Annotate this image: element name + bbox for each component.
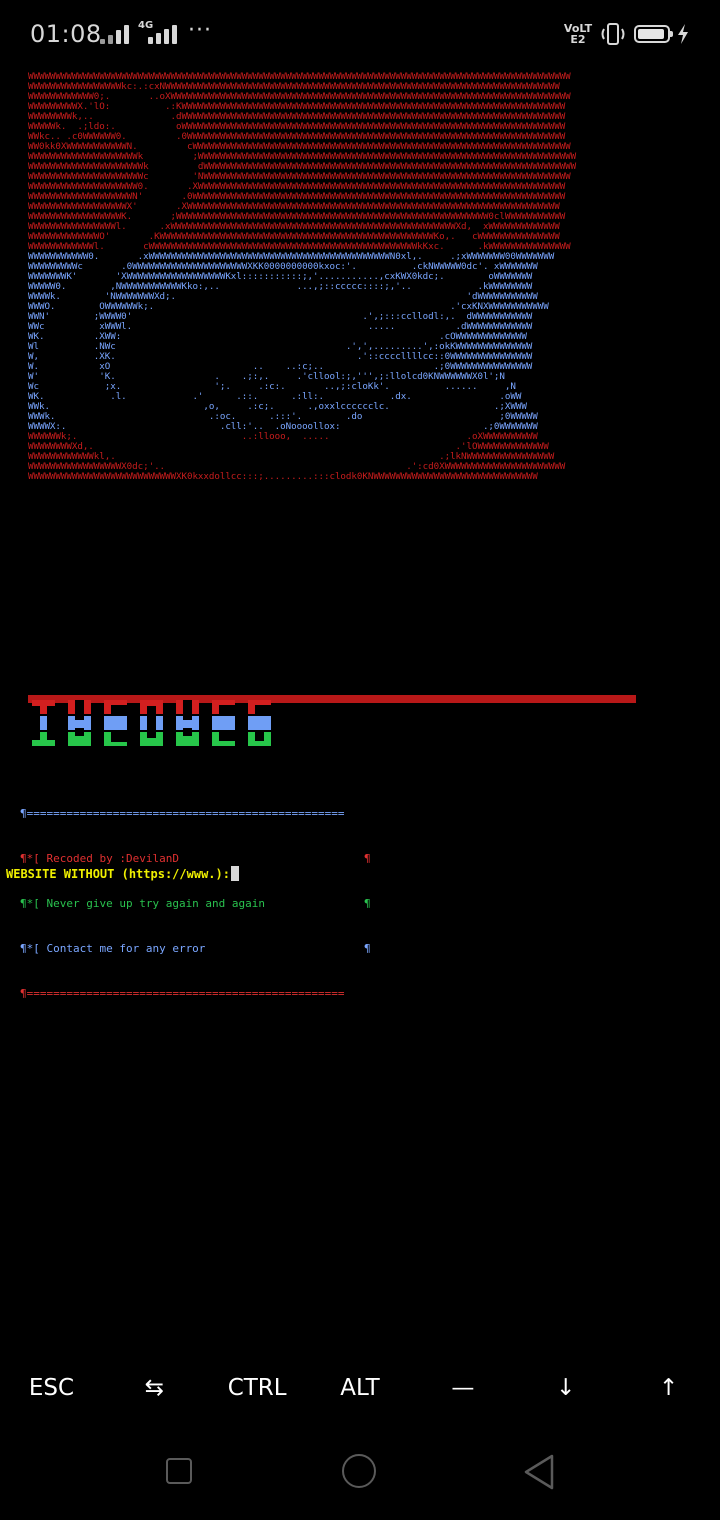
status-bar: 01:08 4G ··· VoLTE2	[0, 0, 720, 70]
website-input-prompt[interactable]: WEBSITE WITHOUT (https://www.):	[6, 866, 239, 881]
ascii-art-line: WWWWWWWWWX.'lO: .:KWWWWWWWWWWWWWWWWWWWWW…	[28, 102, 566, 112]
ascii-art-line: WWWWWWWWWWWWWWWWWK. ;WWWWWWWWWWWWWWWWWWW…	[28, 212, 566, 222]
dash-key[interactable]: —	[411, 1356, 514, 1420]
ascii-art-line: WWWWW0. ,NWWWWWWWWWWWKko:,.. ...,;::cccc…	[28, 282, 533, 292]
ascii-art-line: WWWWWk. .;ldo:. oWWWWWWWWWWWWWWWWWWWWWWW…	[28, 122, 566, 132]
ascii-art-line: Wl .NWc .',',.........',:okKWWWWWWWWWWWW…	[28, 342, 533, 352]
ascii-art-line: WWWWWWk;. ..:llooo, ..... .oXWWWWWWWWWW	[28, 432, 538, 442]
banner-credit-text: ¶*[ Recoded by :DevilanD	[20, 852, 179, 865]
ascii-art-line: WWWWWWWWXd,. .'lOWWWWWWWWWWWWW	[28, 442, 549, 452]
ascii-art-line: WK. .XWW: .cOWWWWWWWWWWWWW	[28, 332, 527, 342]
ascii-art-line: Wc ;x. ';. .:c:. ..,;:cloKk'. ...... ,N	[28, 382, 516, 392]
ascii-art-line: WWWWWWWWWWWW0;. ..oXWWWWWWWWWWWWWWWWWWWW…	[28, 92, 571, 102]
recents-button[interactable]	[166, 1458, 192, 1484]
banner-motto-text: ¶*[ Never give up try again and again	[20, 897, 266, 910]
ascii-art-line: W, .XK. .'::ccccllllcc::0WWWWWWWWWWWWWWW	[28, 352, 533, 362]
logo-letter-block	[104, 700, 127, 746]
ascii-art-line: WWk. ,o, .:c;. .,oxxlcccccclc. .;XWWW	[28, 402, 527, 412]
esc-key[interactable]: ESC	[0, 1356, 103, 1420]
logo-letter-block	[140, 700, 163, 746]
ascii-art: WWWWWWWWWWWWWWWWWWWWWWWWWWWWWWWWWWWWWWWW…	[28, 72, 638, 700]
alt-key[interactable]: ALT	[309, 1356, 412, 1420]
prompt-label: WEBSITE WITHOUT (https://www.):	[6, 866, 230, 881]
banner-right-mark: ¶	[364, 897, 371, 910]
ascii-art-line: WWWWWWWWWWWWl. cWWWWWWWWWWWWWWWWWWWWWWWW…	[28, 242, 571, 252]
arrow-down-key[interactable]: ↓	[514, 1356, 617, 1420]
ascii-art-line: WWWWWWWWWWW0. .xWWWWWWWWWWWWWWWWWWWWWWWW…	[28, 252, 555, 262]
logo-letter-block	[32, 700, 55, 746]
ascii-art-line: WWWWWWWWWWWWWWWWWX0dc;'.. .':cd0XWWWWWWW…	[28, 462, 566, 472]
ascii-art-line: WWWWWWWWWWWWWWWWWWWWWk dWWWWWWWWWWWWWWWW…	[28, 162, 577, 172]
ascii-art-line: WWN' ;WWWW0' .',;:::ccllodl:,. dWWWWWWWW…	[28, 312, 533, 322]
ascii-art-line: WWWO. OWWWWWWk;. .'cxKNXWWWWWWWWWWW	[28, 302, 549, 312]
ascii-art-line: WWWWWWWK' 'XWWWWWWWWWWWWWWWWWWKxl:::::::…	[28, 272, 533, 282]
ascii-art-line: WWWWWWWWWWWWWWWWWWWWWc 'NWWWWWWWWWWWWWWW…	[28, 172, 571, 182]
logo-letter-block	[212, 700, 235, 746]
text-cursor[interactable]	[230, 866, 239, 881]
logo-letter-block	[176, 700, 199, 746]
ascii-art-line: WW0kk0XWWWWWWWWWWWN. cWWWWWWWWWWWWWWWWWW…	[28, 142, 571, 152]
extra-keys-row: ESC ⇆ CTRL ALT — ↓ ↑	[0, 1356, 720, 1420]
banner-contact-text: ¶*[ Contact me for any error	[20, 942, 206, 955]
ascii-art-line: WWWk. .:oc. .:::'. .do ;0WWWWW	[28, 412, 538, 422]
charging-icon	[676, 24, 690, 48]
ascii-art-line: WWWWWWWWWWWWWWWWl. .xWWWWWWWWWWWWWWWWWWW…	[28, 222, 560, 232]
logo-letter-block	[68, 700, 91, 746]
back-button[interactable]	[522, 1454, 556, 1494]
ascii-art-line: WWWWWWWWWWWWWWWWWWX' .XWWWWWWWWWWWWWWWWW…	[28, 202, 560, 212]
ctrl-key[interactable]: CTRL	[206, 1356, 309, 1420]
signal-sim2-icon	[148, 24, 177, 44]
tool-logo-blocks	[32, 700, 271, 746]
banner-right-mark: ¶	[364, 942, 371, 955]
ascii-art-line: W. xO .. ..:c;.. .;0WWWWWWWWWWWWWWW	[28, 362, 533, 372]
ascii-art-line: WWWWWWWWk,.. .dWWWWWWWWWWWWWWWWWWWWWWWWW…	[28, 112, 566, 122]
ascii-art-line: W' 'K. . .;:,. .'cllool:;,''',;:llolcd0K…	[28, 372, 505, 382]
system-nav-bar	[0, 1420, 720, 1520]
vibrate-icon	[598, 22, 628, 50]
ascii-art-line: WWWWWWWWWWWWkl,. .;lkNWWWWWWWWWWWWWWWW	[28, 452, 555, 462]
ascii-art-line: WWkc.. .c0WWWWWW0. .0WWWWWWWWWWWWWWWWWWW…	[28, 132, 566, 142]
home-button[interactable]	[342, 1454, 376, 1488]
tab-key[interactable]: ⇆	[103, 1356, 206, 1420]
battery-icon	[634, 25, 673, 43]
ascii-art-line: WWWWWWWWWWWWWWWWWkc:.:cxNWWWWWWWWWWWWWWW…	[28, 82, 560, 92]
ascii-art-line: WWWWWWWWWWWWWWWWWWWWk ;WWWWWWWWWWWWWWWWW…	[28, 152, 577, 162]
ascii-art-line: WWWWk. 'NWWWWWWWXd;. 'dWWWWWWWWWWW	[28, 292, 538, 302]
volte-icon: VoLTE2	[563, 22, 593, 46]
more-notifications-icon: ···	[188, 18, 212, 43]
info-banner: ¶=======================================…	[20, 776, 371, 1031]
logo-letter-block	[248, 700, 271, 746]
signal-sim1-icon	[100, 24, 129, 44]
banner-line-motto: ¶*[ Never give up try again and again ¶	[20, 896, 371, 911]
arrow-up-key[interactable]: ↑	[617, 1356, 720, 1420]
ascii-art-line: WWWWX:. .cll:'.. .oNoooollox: .;0WWWWWWW	[28, 422, 538, 432]
terminal-output[interactable]: WWWWWWWWWWWWWWWWWWWWWWWWWWWWWWWWWWWWWWWW…	[0, 70, 720, 1360]
ascii-art-line: WWWWWWWWWWWWWWWWWWWN' .0WWWWWWWWWWWWWWWW…	[28, 192, 566, 202]
ascii-art-line: WWWWWWWWWc .0WWWWWWWWWWWWWWWWWWWWWXKK000…	[28, 262, 538, 272]
ascii-art-line: WWWWWWWWWWWWWWWWWWWW0. .XWWWWWWWWWWWWWWW…	[28, 182, 566, 192]
ascii-art-line: WWWWWWWWWWWWWO' .KWWWWWWWWWWWWWWWWWWWWWW…	[28, 232, 560, 242]
banner-right-mark: ¶	[364, 852, 371, 865]
ascii-art-line: WWc xWWWl. ..... .dWWWWWWWWWWWW	[28, 322, 533, 332]
clock: 01:08	[30, 20, 102, 48]
banner-top-border: ¶=======================================…	[20, 807, 345, 820]
ascii-art-line: WWWWWWWWWWWWWWWWWWWWWWWWWWWWWWWWWWWWWWWW…	[28, 72, 571, 82]
banner-bottom-border: ¶=======================================…	[20, 987, 345, 1000]
ascii-art-line: WWWWWWWWWWWWWWWWWWWWWWWWWWWXK0kxxdollcc:…	[28, 472, 538, 482]
banner-line-credit: ¶*[ Recoded by :DevilanD ¶	[20, 851, 371, 866]
ascii-art-line: WK. .l. .' .::. .:ll:. .dx. .oWW	[28, 392, 522, 402]
banner-line-contact: ¶*[ Contact me for any error ¶	[20, 941, 371, 956]
